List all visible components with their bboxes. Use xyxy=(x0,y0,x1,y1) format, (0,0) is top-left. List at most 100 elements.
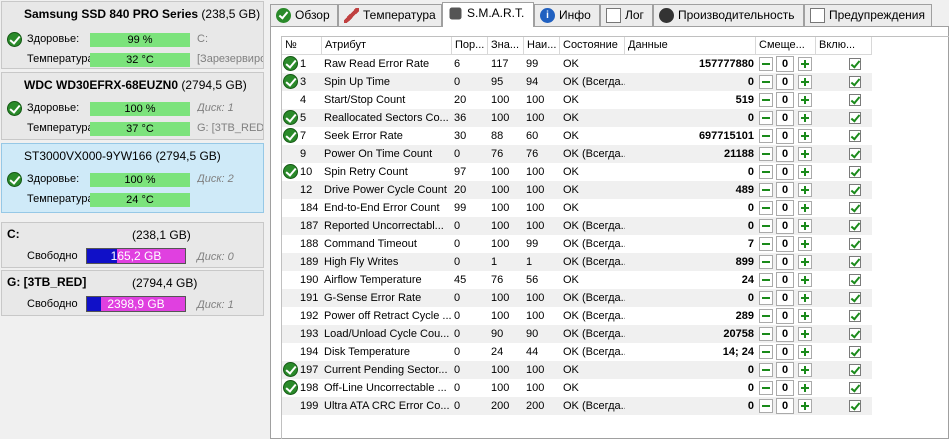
minus-icon[interactable] xyxy=(759,399,773,413)
minus-icon[interactable] xyxy=(759,147,773,161)
enabled-checkbox[interactable] xyxy=(849,148,861,160)
plus-icon[interactable] xyxy=(798,291,812,305)
table-row[interactable]: 187 Reported Uncorrectabl... 0 100 100 OK (Вс… xyxy=(282,217,872,235)
offset-value[interactable]: 0 xyxy=(776,308,794,324)
tab-performance[interactable]: Производительность xyxy=(653,4,804,26)
table-row[interactable]: 7 Seek Error Rate 30 88 60 OK 697715101 0 xyxy=(282,127,872,145)
plus-icon[interactable] xyxy=(798,363,812,377)
enabled-checkbox[interactable] xyxy=(849,310,861,322)
table-row[interactable]: 3 Spin Up Time 0 95 94 OK (Всегда... 0 0 xyxy=(282,73,872,91)
minus-icon[interactable] xyxy=(759,237,773,251)
offset-value[interactable]: 0 xyxy=(776,290,794,306)
minus-icon[interactable] xyxy=(759,57,773,71)
tab-smart[interactable]: S.M.A.R.T. xyxy=(442,2,534,27)
enabled-checkbox[interactable] xyxy=(849,130,861,142)
table-row[interactable]: 192 Power off Retract Cycle ... 0 100 100 OK … xyxy=(282,307,872,325)
plus-icon[interactable] xyxy=(798,129,812,143)
minus-icon[interactable] xyxy=(759,255,773,269)
minus-icon[interactable] xyxy=(759,201,773,215)
table-row[interactable]: 10 Spin Retry Count 97 100 100 OK 0 0 xyxy=(282,163,872,181)
minus-icon[interactable] xyxy=(759,291,773,305)
minus-icon[interactable] xyxy=(759,183,773,197)
table-row[interactable]: 188 Command Timeout 0 100 99 OK (Всегда... 7 0 xyxy=(282,235,872,253)
tab-log[interactable]: Лог xyxy=(600,4,653,26)
minus-icon[interactable] xyxy=(759,75,773,89)
table-row[interactable]: 1 Raw Read Error Rate 6 117 99 OK 157777880 0 xyxy=(282,55,872,73)
plus-icon[interactable] xyxy=(798,201,812,215)
tab-overview[interactable]: Обзор xyxy=(270,4,338,26)
minus-icon[interactable] xyxy=(759,219,773,233)
col-header-enabled[interactable]: Вклю... xyxy=(816,37,872,55)
offset-value[interactable]: 0 xyxy=(776,110,794,126)
offset-value[interactable]: 0 xyxy=(776,200,794,216)
table-row[interactable]: 191 G-Sense Error Rate 0 100 100 OK (Всегда..… xyxy=(282,289,872,307)
plus-icon[interactable] xyxy=(798,327,812,341)
disk-item-seagate[interactable]: ST3000VX000-9YW166 (2794,5 GB) Здоровье:… xyxy=(1,143,264,213)
offset-value[interactable]: 0 xyxy=(776,272,794,288)
plus-icon[interactable] xyxy=(798,93,812,107)
col-header-worst[interactable]: Наи... xyxy=(524,37,560,55)
table-row[interactable]: 5 Reallocated Sectors Co... 36 100 100 OK 0 0 xyxy=(282,109,872,127)
plus-icon[interactable] xyxy=(798,399,812,413)
disk-item-wdc[interactable]: WDC WD30EFRX-68EUZN0 (2794,5 GB) Здоровь… xyxy=(1,72,264,140)
plus-icon[interactable] xyxy=(798,219,812,233)
offset-value[interactable]: 0 xyxy=(776,362,794,378)
tab-info[interactable]: i Инфо xyxy=(534,4,600,26)
plus-icon[interactable] xyxy=(798,345,812,359)
enabled-checkbox[interactable] xyxy=(849,274,861,286)
offset-value[interactable]: 0 xyxy=(776,128,794,144)
col-header-status[interactable]: Состояние xyxy=(560,37,625,55)
enabled-checkbox[interactable] xyxy=(849,94,861,106)
offset-value[interactable]: 0 xyxy=(776,74,794,90)
plus-icon[interactable] xyxy=(798,75,812,89)
col-header-num[interactable]: № xyxy=(282,37,322,55)
enabled-checkbox[interactable] xyxy=(849,166,861,178)
col-header-data[interactable]: Данные xyxy=(625,37,756,55)
table-row[interactable]: 199 Ultra ATA CRC Error Co... 0 200 200 OK (В… xyxy=(282,397,872,415)
minus-icon[interactable] xyxy=(759,111,773,125)
enabled-checkbox[interactable] xyxy=(849,76,861,88)
plus-icon[interactable] xyxy=(798,165,812,179)
offset-value[interactable]: 0 xyxy=(776,164,794,180)
minus-icon[interactable] xyxy=(759,165,773,179)
plus-icon[interactable] xyxy=(798,255,812,269)
offset-value[interactable]: 0 xyxy=(776,326,794,342)
table-row[interactable]: 190 Airflow Temperature 45 76 56 OK 24 0 xyxy=(282,271,872,289)
minus-icon[interactable] xyxy=(759,273,773,287)
volume-item-g[interactable]: G: [3TB_RED] (2794,4 GB) Свободно 2398,9… xyxy=(1,270,264,316)
table-row[interactable]: 4 Start/Stop Count 20 100 100 OK 519 0 xyxy=(282,91,872,109)
enabled-checkbox[interactable] xyxy=(849,202,861,214)
offset-value[interactable]: 0 xyxy=(776,56,794,72)
minus-icon[interactable] xyxy=(759,345,773,359)
tab-temperature[interactable]: Температура xyxy=(338,4,442,26)
table-row[interactable]: 194 Disk Temperature 0 24 44 OK (Всегда... 14;… xyxy=(282,343,872,361)
table-row[interactable]: 189 High Fly Writes 0 1 1 OK (Всегда... 899 0 xyxy=(282,253,872,271)
col-header-offset[interactable]: Смеще... xyxy=(756,37,816,55)
minus-icon[interactable] xyxy=(759,129,773,143)
volume-item-c[interactable]: C: (238,1 GB) Свободно 165,2 GB Диск: 0 xyxy=(1,222,264,268)
enabled-checkbox[interactable] xyxy=(849,184,861,196)
minus-icon[interactable] xyxy=(759,93,773,107)
tab-warnings[interactable]: Предупреждения xyxy=(804,4,932,26)
table-row[interactable]: 184 End-to-End Error Count 99 100 100 OK 0 0 xyxy=(282,199,872,217)
table-row[interactable]: 198 Off-Line Uncorrectable ... 0 100 100 OK 0 0 xyxy=(282,379,872,397)
enabled-checkbox[interactable] xyxy=(849,238,861,250)
minus-icon[interactable] xyxy=(759,309,773,323)
offset-value[interactable]: 0 xyxy=(776,92,794,108)
minus-icon[interactable] xyxy=(759,363,773,377)
offset-value[interactable]: 0 xyxy=(776,182,794,198)
enabled-checkbox[interactable] xyxy=(849,220,861,232)
enabled-checkbox[interactable] xyxy=(849,382,861,394)
offset-value[interactable]: 0 xyxy=(776,344,794,360)
enabled-checkbox[interactable] xyxy=(849,256,861,268)
enabled-checkbox[interactable] xyxy=(849,346,861,358)
enabled-checkbox[interactable] xyxy=(849,364,861,376)
col-header-value[interactable]: Зна... xyxy=(488,37,524,55)
disk-item-samsung[interactable]: Samsung SSD 840 PRO Series (238,5 GB) Зд… xyxy=(1,1,264,69)
plus-icon[interactable] xyxy=(798,273,812,287)
plus-icon[interactable] xyxy=(798,57,812,71)
enabled-checkbox[interactable] xyxy=(849,292,861,304)
table-row[interactable]: 9 Power On Time Count 0 76 76 OK (Всегда... 21… xyxy=(282,145,872,163)
offset-value[interactable]: 0 xyxy=(776,380,794,396)
offset-value[interactable]: 0 xyxy=(776,254,794,270)
